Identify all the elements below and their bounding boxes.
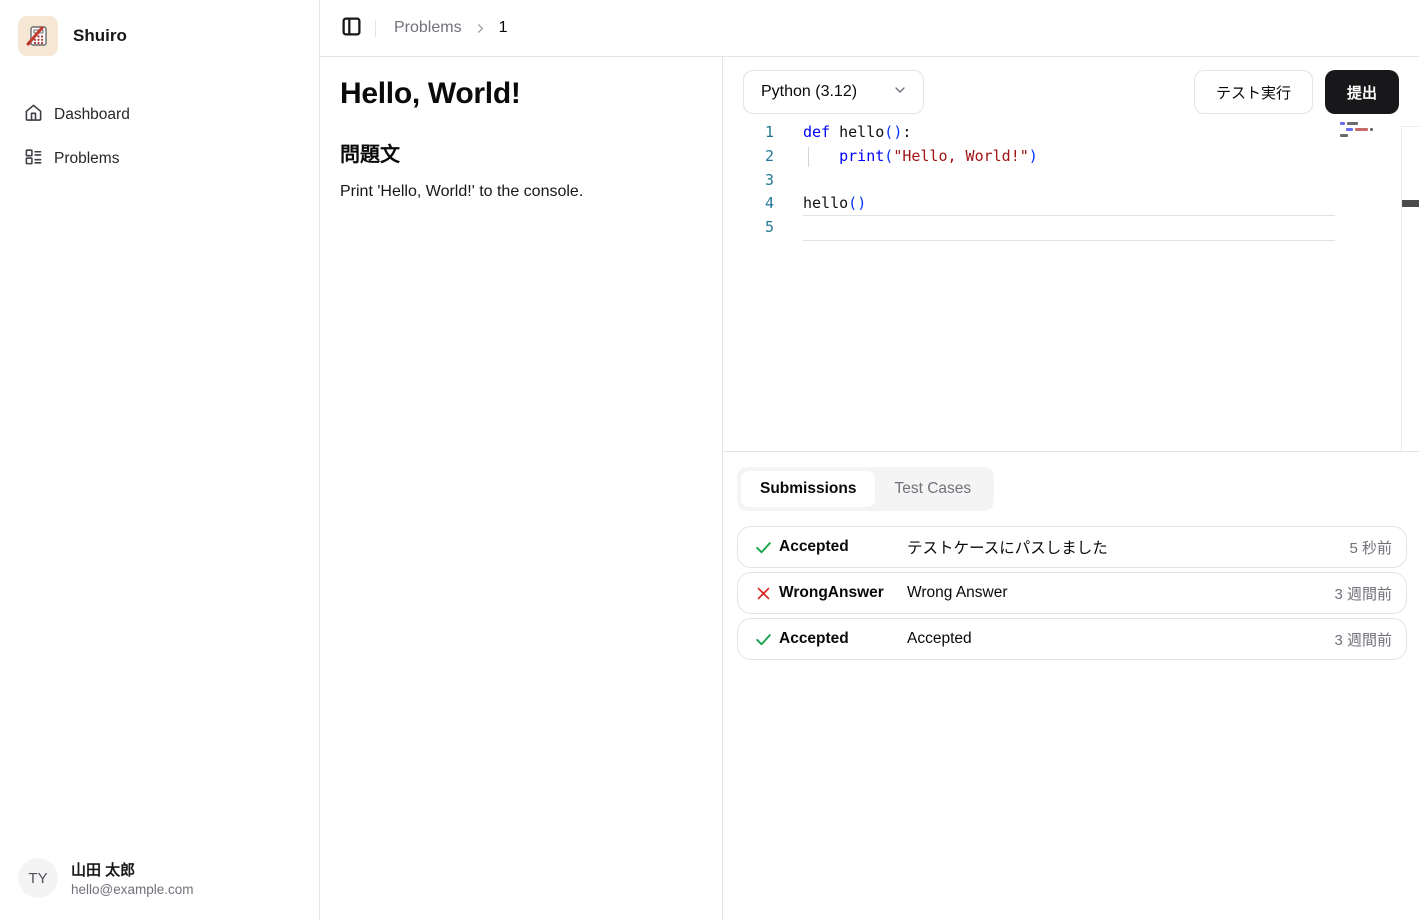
sidebar-item-problems[interactable]: Problems bbox=[16, 142, 303, 176]
submission-message: Accepted bbox=[907, 630, 1334, 648]
line-content bbox=[803, 216, 1335, 240]
problem-section-heading: 問題文 bbox=[340, 138, 702, 167]
code-token: ) bbox=[857, 194, 866, 212]
code-token: ) bbox=[1029, 147, 1038, 165]
indent-guide-line bbox=[808, 147, 809, 167]
results-pane: SubmissionsTest Cases Acceptedテストケースにパスし… bbox=[723, 451, 1419, 920]
code-line[interactable]: 5 bbox=[723, 216, 1419, 240]
x-icon bbox=[753, 583, 773, 603]
submission-row[interactable]: AcceptedAccepted3 週間前 bbox=[737, 618, 1407, 660]
code-token: ( bbox=[884, 147, 893, 165]
tab-test-cases[interactable]: Test Cases bbox=[875, 471, 990, 507]
breadcrumb-current: 1 bbox=[499, 19, 508, 37]
brand-name: Shuiro bbox=[73, 26, 127, 46]
line-content bbox=[803, 169, 1335, 193]
submission-message: Wrong Answer bbox=[907, 584, 1334, 602]
app-logo-icon bbox=[18, 16, 58, 56]
user-name: 山田 太郎 bbox=[71, 859, 194, 880]
run-tests-button[interactable]: テスト実行 bbox=[1194, 70, 1313, 114]
line-number: 4 bbox=[723, 192, 803, 216]
toolbar-actions: テスト実行 提出 bbox=[1194, 70, 1399, 114]
code-line[interactable]: 1def hello(): bbox=[723, 121, 1419, 145]
sidebar: Shuiro Dashboard bbox=[0, 0, 320, 920]
user-email: hello@example.com bbox=[71, 882, 194, 897]
line-content: print("Hello, World!") bbox=[803, 145, 1335, 169]
code-token: : bbox=[902, 123, 911, 141]
sidebar-toggle-button[interactable] bbox=[337, 14, 365, 42]
code-line[interactable]: 3 bbox=[723, 169, 1419, 193]
submission-time: 3 週間前 bbox=[1334, 629, 1392, 650]
line-content: def hello(): bbox=[803, 121, 1335, 145]
language-select-value: Python (3.12) bbox=[761, 83, 857, 101]
sidebar-item-dashboard[interactable]: Dashboard bbox=[16, 98, 303, 132]
editor-toolbar: Python (3.12) テスト実行 提出 bbox=[723, 57, 1419, 114]
sidebar-item-label: Problems bbox=[54, 150, 119, 168]
submission-status: WrongAnswer bbox=[779, 584, 907, 602]
layout-list-icon bbox=[24, 147, 43, 171]
chevron-right-icon bbox=[473, 21, 488, 36]
submission-status: Accepted bbox=[779, 630, 907, 648]
code-token: ( bbox=[884, 123, 893, 141]
code-line[interactable]: 4hello() bbox=[723, 192, 1419, 216]
line-content: hello() bbox=[803, 192, 1335, 216]
user-menu[interactable]: TY 山田 太郎 hello@example.com bbox=[0, 840, 319, 920]
submission-row[interactable]: WrongAnswerWrong Answer3 週間前 bbox=[737, 572, 1407, 614]
line-number: 2 bbox=[723, 145, 803, 169]
topbar: Problems 1 bbox=[320, 0, 1419, 57]
home-icon bbox=[24, 103, 43, 127]
code-token: ) bbox=[893, 123, 902, 141]
code-editor[interactable]: 1def hello():2 print("Hello, World!")34h… bbox=[723, 121, 1419, 240]
problem-panel: Hello, World! 問題文 Print 'Hello, World!' … bbox=[320, 57, 723, 920]
topbar-divider bbox=[375, 20, 376, 37]
code-token: def bbox=[803, 123, 830, 141]
code-token: "Hello, World!" bbox=[893, 147, 1028, 165]
problem-title: Hello, World! bbox=[340, 77, 702, 111]
submission-time: 3 週間前 bbox=[1334, 583, 1392, 604]
code-line[interactable]: 2 print("Hello, World!") bbox=[723, 145, 1419, 169]
editor-pane: Python (3.12) テスト実行 提出 1def hello():2 pr… bbox=[723, 57, 1419, 451]
breadcrumb-problems-link[interactable]: Problems bbox=[394, 19, 462, 37]
sidebar-brand: Shuiro bbox=[0, 0, 319, 72]
line-number: 1 bbox=[723, 121, 803, 145]
submit-button[interactable]: 提出 bbox=[1325, 70, 1399, 114]
check-icon bbox=[753, 629, 773, 649]
editor-results-panel: Python (3.12) テスト実行 提出 1def hello():2 pr… bbox=[723, 57, 1419, 920]
code-area: 1def hello():2 print("Hello, World!")34h… bbox=[723, 121, 1419, 240]
submission-message: テストケースにパスしました bbox=[907, 536, 1349, 558]
problem-statement: Print 'Hello, World!' to the console. bbox=[340, 183, 702, 201]
submission-list: Acceptedテストケースにパスしました5 秒前WrongAnswerWron… bbox=[737, 526, 1407, 660]
line-number: 3 bbox=[723, 169, 803, 193]
editor-scrollbar[interactable] bbox=[1401, 126, 1419, 451]
minimap bbox=[1340, 122, 1378, 140]
submission-time: 5 秒前 bbox=[1349, 537, 1392, 558]
editor-scrollbar-thumb[interactable] bbox=[1402, 200, 1419, 207]
avatar: TY bbox=[18, 858, 58, 898]
app-root: Shuiro Dashboard bbox=[0, 0, 1419, 920]
code-token: print bbox=[839, 147, 884, 165]
submission-status: Accepted bbox=[779, 538, 907, 556]
submission-row[interactable]: Acceptedテストケースにパスしました5 秒前 bbox=[737, 526, 1407, 568]
panel-left-icon bbox=[341, 16, 362, 40]
sidebar-nav: Dashboard Problems bbox=[0, 98, 319, 176]
language-select[interactable]: Python (3.12) bbox=[743, 70, 924, 114]
tab-submissions[interactable]: Submissions bbox=[741, 471, 875, 507]
sidebar-item-label: Dashboard bbox=[54, 106, 130, 124]
check-icon bbox=[753, 537, 773, 557]
code-token: hello bbox=[830, 123, 884, 141]
breadcrumb: Problems 1 bbox=[394, 19, 507, 37]
chevron-down-icon bbox=[892, 82, 908, 103]
code-token: ( bbox=[848, 194, 857, 212]
line-number: 5 bbox=[723, 216, 803, 240]
code-token: hello bbox=[803, 194, 848, 212]
main-area: Problems 1 Hello, World! 問題文 Print 'Hell… bbox=[320, 0, 1419, 920]
content: Hello, World! 問題文 Print 'Hello, World!' … bbox=[320, 57, 1419, 920]
results-tabs: SubmissionsTest Cases bbox=[737, 467, 994, 511]
